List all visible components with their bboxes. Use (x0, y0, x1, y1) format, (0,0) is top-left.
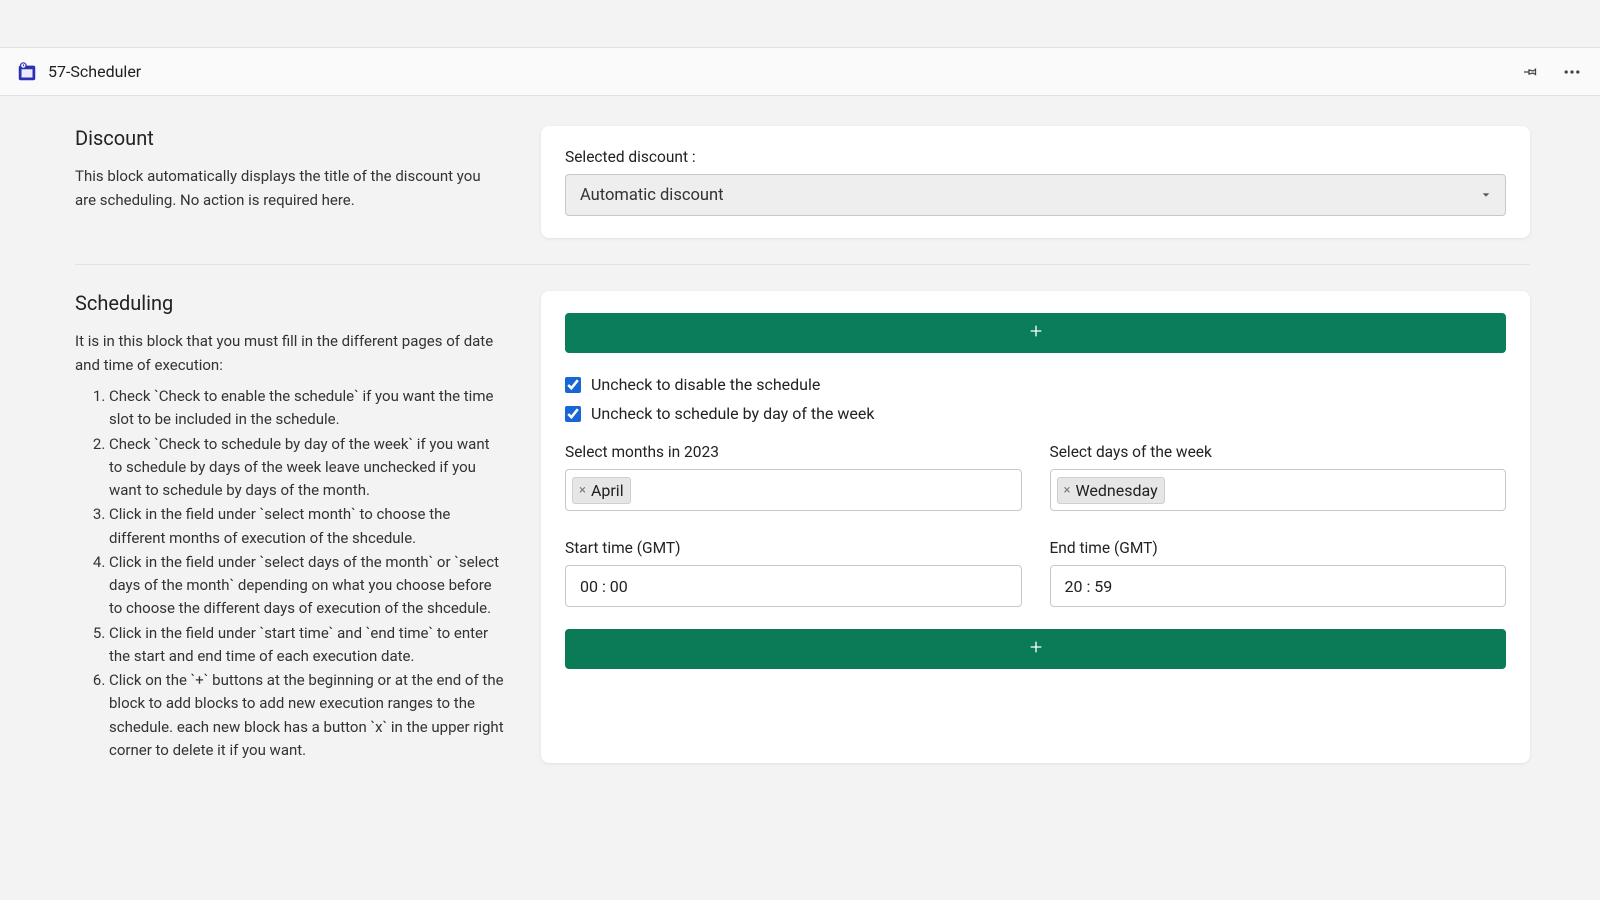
app-icon (16, 61, 38, 83)
list-item: Click in the field under `select days of… (109, 551, 505, 621)
start-time-label: Start time (GMT) (565, 539, 1022, 557)
more-icon[interactable] (1560, 60, 1584, 84)
top-spacer (0, 0, 1600, 48)
scheduling-intro: It is in this block that you must fill i… (75, 329, 505, 377)
start-time-value: 00 : 00 (580, 577, 628, 596)
day-tag-label: Wednesday (1075, 481, 1157, 500)
chevron-down-icon (1481, 186, 1491, 205)
end-time-input[interactable]: 20 : 59 (1050, 565, 1507, 607)
scheduling-section: Scheduling It is in this block that you … (75, 291, 1530, 789)
days-input[interactable]: × Wednesday (1050, 469, 1507, 511)
remove-tag-icon[interactable]: × (1062, 483, 1073, 498)
list-item: Click on the `+` buttons at the beginnin… (109, 669, 505, 762)
end-time-value: 20 : 59 (1065, 577, 1113, 596)
end-time-label: End time (GMT) (1050, 539, 1507, 557)
remove-tag-icon[interactable]: × (577, 483, 588, 498)
selected-discount-value: Automatic discount (580, 186, 724, 205)
list-item: Click in the field under `start time` an… (109, 622, 505, 669)
scheduling-heading: Scheduling (75, 291, 505, 315)
pin-icon[interactable] (1518, 60, 1542, 84)
months-input[interactable]: × April (565, 469, 1022, 511)
list-item: Click in the field under `select month` … (109, 503, 505, 550)
enable-schedule-checkbox[interactable] (565, 377, 581, 393)
page-header: 57-Scheduler (0, 48, 1600, 96)
add-range-bottom-button[interactable] (565, 629, 1506, 669)
plus-icon (1028, 638, 1044, 661)
page-title: 57-Scheduler (48, 62, 141, 81)
discount-section: Discount This block automatically displa… (75, 126, 1530, 265)
month-tag: × April (572, 477, 631, 504)
scheduling-card: Uncheck to disable the schedule Uncheck … (541, 291, 1530, 763)
list-item: Check `Check to enable the schedule` if … (109, 385, 505, 432)
months-label: Select months in 2023 (565, 443, 1022, 461)
discount-card: Selected discount : Automatic discount (541, 126, 1530, 238)
dayweek-schedule-label: Uncheck to schedule by day of the week (591, 404, 874, 423)
day-tag: × Wednesday (1057, 477, 1165, 504)
enable-schedule-row: Uncheck to disable the schedule (565, 375, 1506, 394)
selected-discount-select[interactable]: Automatic discount (565, 174, 1506, 216)
scheduling-steps: Check `Check to enable the schedule` if … (75, 385, 505, 762)
discount-desc: This block automatically displays the ti… (75, 164, 505, 212)
plus-icon (1028, 322, 1044, 345)
list-item: Check `Check to schedule by day of the w… (109, 433, 505, 503)
dayweek-schedule-row: Uncheck to schedule by day of the week (565, 404, 1506, 423)
enable-schedule-label: Uncheck to disable the schedule (591, 375, 820, 394)
dayweek-schedule-checkbox[interactable] (565, 406, 581, 422)
start-time-input[interactable]: 00 : 00 (565, 565, 1022, 607)
add-range-top-button[interactable] (565, 313, 1506, 353)
month-tag-label: April (591, 481, 624, 500)
days-label: Select days of the week (1050, 443, 1507, 461)
discount-heading: Discount (75, 126, 505, 150)
selected-discount-label: Selected discount : (565, 148, 1506, 166)
